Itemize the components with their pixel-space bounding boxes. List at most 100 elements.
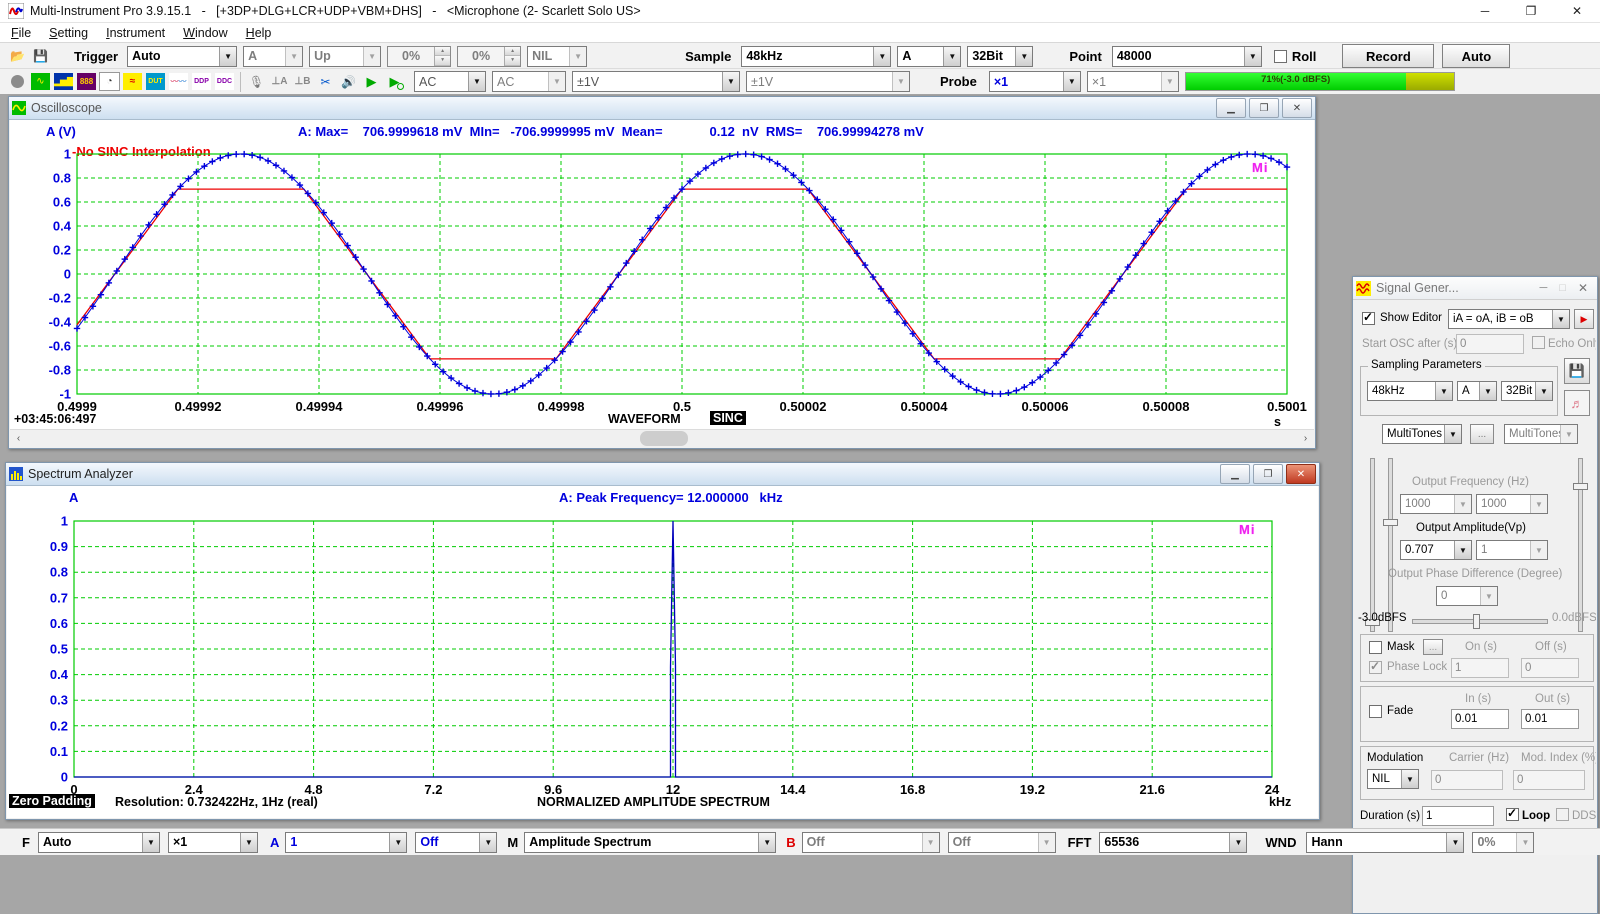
- loop-checkbox[interactable]: [1506, 808, 1519, 821]
- close-button[interactable]: ✕: [1578, 281, 1588, 295]
- roll-label: Roll: [1292, 49, 1317, 64]
- osc-x-unit: s: [1274, 415, 1281, 429]
- waveform-a-select[interactable]: MultiTones▼: [1382, 424, 1462, 444]
- range-a-select[interactable]: ±1V▼: [572, 71, 740, 92]
- spec-stats: A: Peak Frequency= 12.000000 kHz: [559, 490, 783, 505]
- multitones-edit-button[interactable]: ...: [1470, 424, 1494, 444]
- record-length-select[interactable]: 48000▼: [1112, 46, 1262, 67]
- routing-select[interactable]: iA = oA, iB = oB▼: [1448, 309, 1570, 329]
- zoom-select[interactable]: ×1▼: [168, 832, 258, 853]
- minimize-button[interactable]: ▁: [1216, 98, 1246, 118]
- probe-calibration-icon[interactable]: ✂: [314, 71, 337, 92]
- hold-run-icon[interactable]: [6, 71, 29, 92]
- persist-a-select[interactable]: Off▼: [415, 832, 497, 853]
- fade-out-field[interactable]: 0.01: [1521, 709, 1579, 729]
- fade-in-field[interactable]: 0.01: [1451, 709, 1509, 729]
- trigger-delay-spinner[interactable]: 0%▲▼: [457, 46, 521, 67]
- trigger-level-spinner[interactable]: 0%▲▼: [387, 46, 451, 67]
- sound-output-icon[interactable]: 🔊: [337, 71, 360, 92]
- input-device-icon[interactable]: 🎙: [245, 71, 268, 92]
- sampling-channel-select[interactable]: A▼: [897, 46, 961, 67]
- frequency-a-select: 1000▼: [1400, 494, 1472, 514]
- slider-thumb[interactable]: [1573, 483, 1588, 490]
- osc-hscrollbar[interactable]: ‹ ›: [10, 429, 1314, 447]
- persist-b-select: Off▼: [948, 832, 1056, 853]
- siggen-save-button[interactable]: 💾: [1564, 358, 1590, 384]
- sampling-rate-select[interactable]: 48kHz▼: [741, 46, 891, 67]
- freq-axis-select[interactable]: Auto▼: [38, 832, 160, 853]
- menu-file[interactable]: File: [2, 26, 40, 40]
- roll-checkbox[interactable]: [1274, 50, 1287, 63]
- gain-a-select[interactable]: 1▼: [285, 832, 407, 853]
- modulation-label: Modulation: [1367, 752, 1423, 764]
- menu-instrument[interactable]: Instrument: [97, 26, 174, 40]
- minimize-button[interactable]: ▁: [1220, 464, 1250, 484]
- close-button[interactable]: ✕: [1286, 464, 1316, 484]
- spectrum-titlebar[interactable]: Spectrum Analyzer ▁ ❐ ✕: [6, 463, 1319, 486]
- fft-size-select[interactable]: 65536▼: [1099, 832, 1247, 853]
- restore-button[interactable]: ❐: [1253, 464, 1283, 484]
- ground-a-icon[interactable]: ⊥A: [268, 71, 291, 92]
- run-loop-icon[interactable]: ▶: [383, 71, 406, 92]
- siggen-bits-select[interactable]: 32Bit▼: [1501, 381, 1553, 401]
- run-icon[interactable]: ▶: [360, 71, 383, 92]
- minimize-button[interactable]: ─: [1462, 0, 1508, 22]
- minimize-button[interactable]: ─: [1539, 282, 1547, 294]
- bit-depth-select[interactable]: 32Bit▼: [967, 46, 1033, 67]
- coupling-a-select[interactable]: AC▼: [414, 71, 486, 92]
- spec-x-unit: kHz: [1269, 795, 1291, 809]
- svg-text:0.50004: 0.50004: [901, 399, 949, 414]
- siggen-channel-select[interactable]: A▼: [1457, 381, 1497, 401]
- menu-help[interactable]: Help: [237, 26, 281, 40]
- slider-thumb[interactable]: [1473, 614, 1480, 629]
- menu-setting[interactable]: Setting: [40, 26, 97, 40]
- svg-text:7.2: 7.2: [424, 782, 442, 797]
- duration-field[interactable]: 1: [1422, 806, 1494, 826]
- slider-thumb[interactable]: [1383, 519, 1398, 526]
- open-file-icon[interactable]: 📂: [6, 46, 29, 67]
- svg-text:0.49992: 0.49992: [175, 399, 222, 414]
- fade-checkbox[interactable]: [1369, 705, 1382, 718]
- probe-a-select[interactable]: ×1▼: [989, 71, 1081, 92]
- signal-generator-icon[interactable]: ≈: [121, 71, 144, 92]
- siggen-play-button[interactable]: ▶: [1574, 309, 1594, 329]
- oscilloscope-titlebar[interactable]: Oscilloscope ▁ ❐ ✕: [9, 97, 1315, 120]
- osc-sinc-badge[interactable]: SINC: [710, 411, 746, 425]
- scroll-left-icon[interactable]: ‹: [10, 430, 27, 447]
- oscilloscope-icon[interactable]: ∿: [29, 71, 52, 92]
- maximize-button[interactable]: □: [1559, 282, 1566, 294]
- auto-button[interactable]: Auto: [1442, 44, 1510, 68]
- dut-icon[interactable]: DUT: [144, 71, 167, 92]
- maximize-button[interactable]: ❐: [1508, 0, 1554, 22]
- zero-padding-badge[interactable]: Zero Padding: [9, 794, 95, 808]
- multimeter-icon[interactable]: 888: [75, 71, 98, 92]
- menu-window[interactable]: Window: [174, 26, 236, 40]
- scroll-right-icon[interactable]: ›: [1297, 430, 1314, 447]
- ddp-viewer-icon[interactable]: DDP: [190, 71, 213, 92]
- trigger-mode-select[interactable]: Auto▼: [127, 46, 237, 67]
- record-button[interactable]: Record: [1342, 44, 1434, 68]
- amplitude-a-select[interactable]: 0.707▼: [1400, 540, 1472, 560]
- amplitude-slider-a-track[interactable]: [1370, 458, 1375, 632]
- modulation-select[interactable]: NIL▼: [1367, 769, 1419, 789]
- siggen-rate-select[interactable]: 48kHz▼: [1367, 381, 1453, 401]
- spectrum-analyzer-icon[interactable]: ▂▅▇: [52, 71, 75, 92]
- mode-select[interactable]: Amplitude Spectrum▼: [524, 832, 776, 853]
- ddc-icon[interactable]: DDC: [213, 71, 236, 92]
- ground-b-icon[interactable]: ⊥B: [291, 71, 314, 92]
- device-test-plan-icon[interactable]: ◔: [98, 71, 121, 92]
- mask-checkbox[interactable]: [1369, 641, 1382, 654]
- scrollbar-thumb[interactable]: [640, 431, 688, 446]
- siggen-titlebar[interactable]: Signal Gener... ─ □ ✕: [1353, 277, 1597, 300]
- dbfs-slider-track[interactable]: [1412, 619, 1548, 624]
- close-button[interactable]: ✕: [1282, 98, 1312, 118]
- amplitude-slider-b-track[interactable]: [1578, 458, 1583, 632]
- save-icon[interactable]: 💾: [29, 46, 52, 67]
- close-button[interactable]: ✕: [1554, 0, 1600, 22]
- show-editor-checkbox[interactable]: [1362, 312, 1375, 325]
- amplitude-slider-track[interactable]: [1388, 458, 1393, 632]
- window-fn-select[interactable]: Hann▼: [1306, 832, 1464, 853]
- derived-datapoints-icon[interactable]: 〰〰: [167, 71, 190, 92]
- svg-text:0.6: 0.6: [50, 616, 68, 631]
- restore-button[interactable]: ❐: [1249, 98, 1279, 118]
